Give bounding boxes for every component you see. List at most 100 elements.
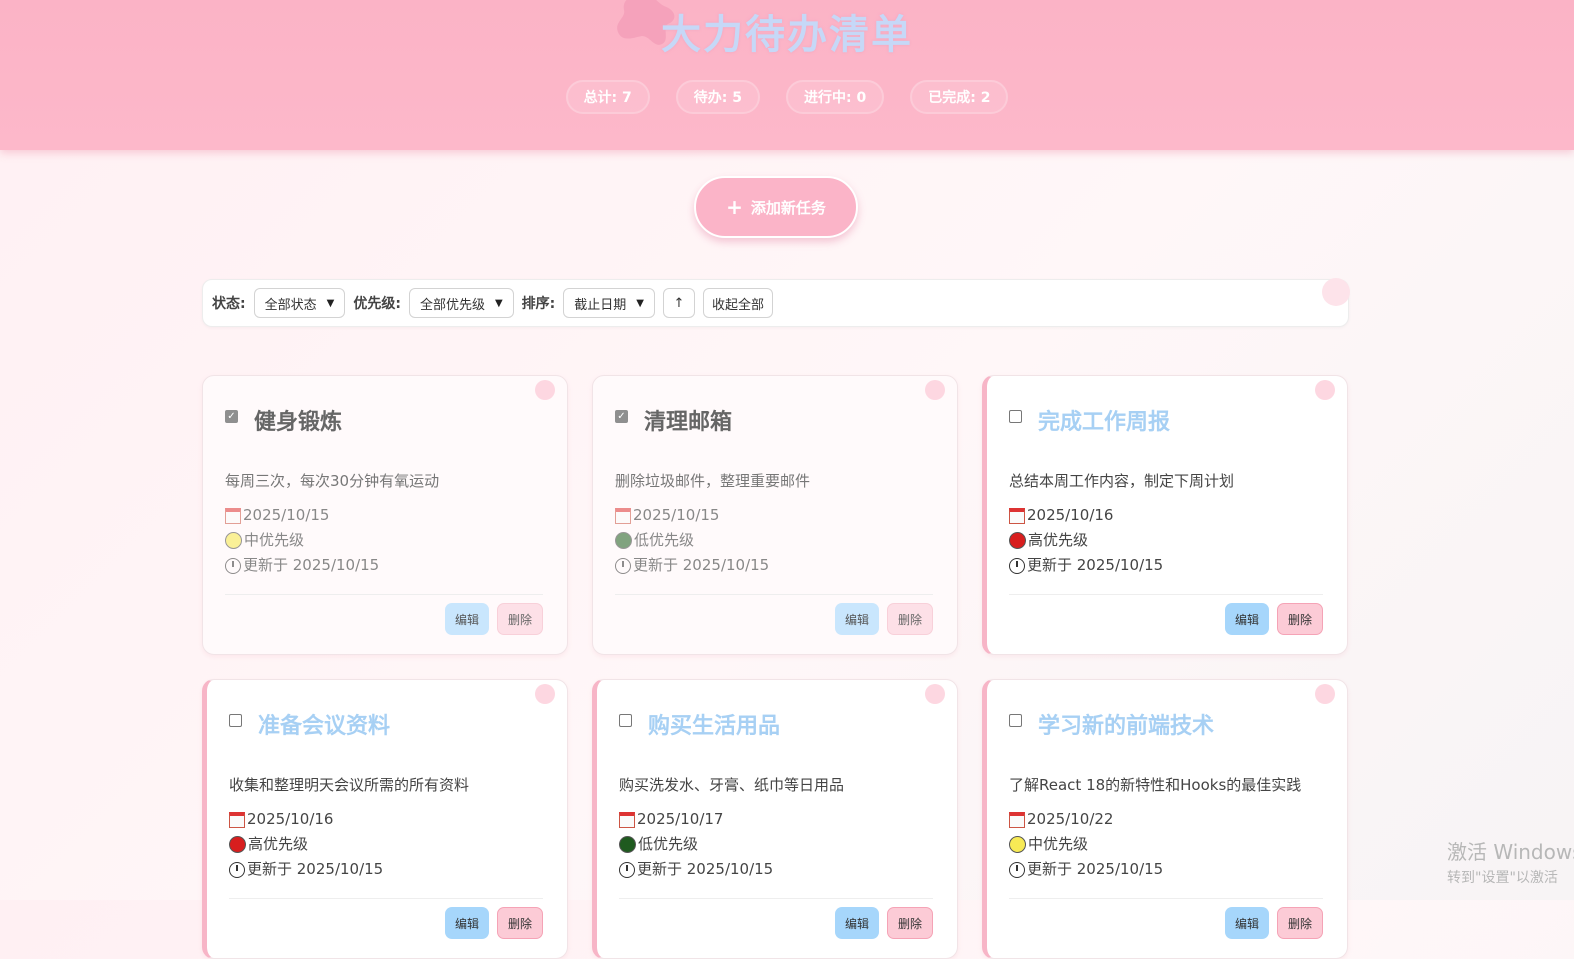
task-title: 健身锻炼 [254, 410, 343, 435]
divider [1009, 594, 1323, 595]
due-date-text: 2025/10/17 [637, 810, 724, 828]
task-meta: 2025/10/16 高优先级 更新于 2025/10/15 [229, 807, 543, 882]
priority-text: 高优先级 [1028, 531, 1089, 549]
delete-button[interactable]: 删除 [886, 603, 933, 635]
task-meta: 2025/10/16 高优先级 更新于 2025/10/15 [1009, 503, 1323, 578]
task-card[interactable]: 购买生活用品 购买洗发水、牙膏、纸巾等日用品 2025/10/17 低优先级 更… [592, 679, 958, 959]
edit-button[interactable]: 编辑 [444, 603, 489, 635]
priority-dot-icon [229, 836, 246, 853]
sort-select-value: 截止日期 [574, 297, 627, 313]
priority-filter-label: 优先级: [353, 296, 401, 312]
task-description: 总结本周工作内容，制定下周计划 [1009, 472, 1235, 490]
task-card[interactable]: ✓ 健身锻炼 每周三次，每次30分钟有氧运动 2025/10/15 中优先级 更… [202, 375, 568, 655]
stats-bar: 总计: 7 待办: 5 进行中: 0 已完成: 2 [0, 80, 1574, 114]
task-meta: 2025/10/15 低优先级 更新于 2025/10/15 [615, 503, 933, 578]
windows-activation-watermark: 激活 Windows 转到"设置"以激活 [1447, 836, 1574, 887]
divider [229, 898, 543, 899]
task-actions: 编辑 删除 [1009, 907, 1323, 939]
decor-dot [925, 684, 945, 704]
divider [1009, 898, 1323, 899]
task-checkbox[interactable] [1009, 409, 1022, 423]
task-actions: 编辑 删除 [615, 603, 933, 635]
priority-select[interactable]: 全部优先级 ▼ [408, 288, 514, 318]
task-title-row: ✓ 清理邮箱 [615, 404, 933, 436]
stopwatch-icon [619, 861, 635, 878]
collapse-all-button[interactable]: 收起全部 [702, 288, 773, 318]
stopwatch-icon [229, 861, 245, 878]
delete-button[interactable]: 删除 [1276, 603, 1323, 635]
edit-button[interactable]: 编辑 [444, 907, 489, 939]
decor-dot [535, 684, 555, 704]
task-due-date: 2025/10/15 [615, 503, 933, 528]
add-task-button[interactable]: + 添加新任务 [694, 176, 858, 238]
task-actions: 编辑 删除 [619, 907, 933, 939]
task-description: 每周三次，每次30分钟有氧运动 [225, 472, 440, 490]
task-checkbox[interactable] [1009, 713, 1022, 727]
updated-text: 更新于 2025/10/15 [633, 556, 770, 574]
task-title-row: 学习新的前端技术 [1009, 708, 1323, 740]
status-filter-label: 状态: [212, 296, 246, 312]
task-description: 了解React 18的新特性和Hooks的最佳实践 [1009, 776, 1302, 794]
calendar-icon [619, 811, 635, 828]
task-due-date: 2025/10/17 [619, 807, 933, 832]
watermark-line2: 转到"设置"以激活 [1447, 870, 1558, 886]
task-title: 准备会议资料 [258, 714, 391, 739]
task-checkbox[interactable] [619, 713, 632, 727]
task-card[interactable]: 准备会议资料 收集和整理明天会议所需的所有资料 2025/10/16 高优先级 … [202, 679, 568, 959]
delete-button[interactable]: 删除 [886, 907, 933, 939]
edit-button[interactable]: 编辑 [1224, 603, 1269, 635]
task-description: 删除垃圾邮件，整理重要邮件 [615, 472, 811, 490]
priority-text: 高优先级 [248, 835, 309, 853]
sort-direction-button[interactable]: ↑ [662, 288, 695, 318]
task-updated: 更新于 2025/10/15 [229, 857, 543, 882]
task-due-date: 2025/10/22 [1009, 807, 1323, 832]
task-title: 学习新的前端技术 [1038, 714, 1215, 739]
updated-text: 更新于 2025/10/15 [243, 556, 380, 574]
task-description: 购买洗发水、牙膏、纸巾等日用品 [619, 776, 845, 794]
task-title: 购买生活用品 [648, 714, 781, 739]
due-date-text: 2025/10/16 [1027, 506, 1114, 524]
task-meta: 2025/10/17 低优先级 更新于 2025/10/15 [619, 807, 933, 882]
task-actions: 编辑 删除 [229, 907, 543, 939]
task-title-row: ✓ 健身锻炼 [225, 404, 543, 436]
stopwatch-icon [225, 557, 241, 574]
priority-dot-icon [619, 836, 636, 853]
delete-button[interactable]: 删除 [496, 907, 543, 939]
edit-button[interactable]: 编辑 [834, 603, 879, 635]
updated-text: 更新于 2025/10/15 [1027, 860, 1164, 878]
delete-button[interactable]: 删除 [1276, 907, 1323, 939]
task-updated: 更新于 2025/10/15 [1009, 553, 1323, 578]
chevron-down-icon: ▼ [326, 297, 335, 309]
delete-button[interactable]: 删除 [496, 603, 543, 635]
updated-text: 更新于 2025/10/15 [1027, 556, 1164, 574]
task-checkbox[interactable] [229, 713, 242, 727]
task-meta: 2025/10/15 中优先级 更新于 2025/10/15 [225, 503, 543, 578]
priority-select-value: 全部优先级 [419, 297, 485, 313]
task-checkbox[interactable]: ✓ [225, 409, 238, 423]
add-task-label: 添加新任务 [750, 198, 826, 217]
filter-bar: 状态: 全部状态 ▼ 优先级: 全部优先级 ▼ 排序: 截止日期 ▼ ↑ 收起全… [202, 278, 1350, 327]
task-checkbox[interactable]: ✓ [615, 409, 628, 423]
task-due-date: 2025/10/16 [229, 807, 543, 832]
calendar-icon [225, 507, 241, 524]
task-title-row: 购买生活用品 [619, 708, 933, 740]
calendar-icon [615, 507, 631, 524]
divider [619, 898, 933, 899]
calendar-icon [1009, 507, 1025, 524]
edit-button[interactable]: 编辑 [1224, 907, 1269, 939]
task-meta: 2025/10/22 中优先级 更新于 2025/10/15 [1009, 807, 1323, 882]
task-card[interactable]: ✓ 清理邮箱 删除垃圾邮件，整理重要邮件 2025/10/15 低优先级 更新于… [592, 375, 958, 655]
sort-select[interactable]: 截止日期 ▼ [563, 288, 655, 318]
task-actions: 编辑 删除 [1009, 603, 1323, 635]
stat-in-progress: 进行中: 0 [786, 80, 885, 114]
stat-completed: 已完成: 2 [910, 80, 1009, 114]
task-card[interactable]: 完成工作周报 总结本周工作内容，制定下周计划 2025/10/16 高优先级 更… [982, 375, 1348, 655]
calendar-icon [1009, 811, 1025, 828]
status-select[interactable]: 全部状态 ▼ [253, 288, 346, 318]
decor-dot [1322, 278, 1350, 306]
priority-text: 低优先级 [634, 531, 695, 549]
task-card[interactable]: 学习新的前端技术 了解React 18的新特性和Hooks的最佳实践 2025/… [982, 679, 1348, 959]
page-title: 大力待办清单 [661, 12, 913, 58]
edit-button[interactable]: 编辑 [834, 907, 879, 939]
decor-dot [925, 380, 945, 400]
